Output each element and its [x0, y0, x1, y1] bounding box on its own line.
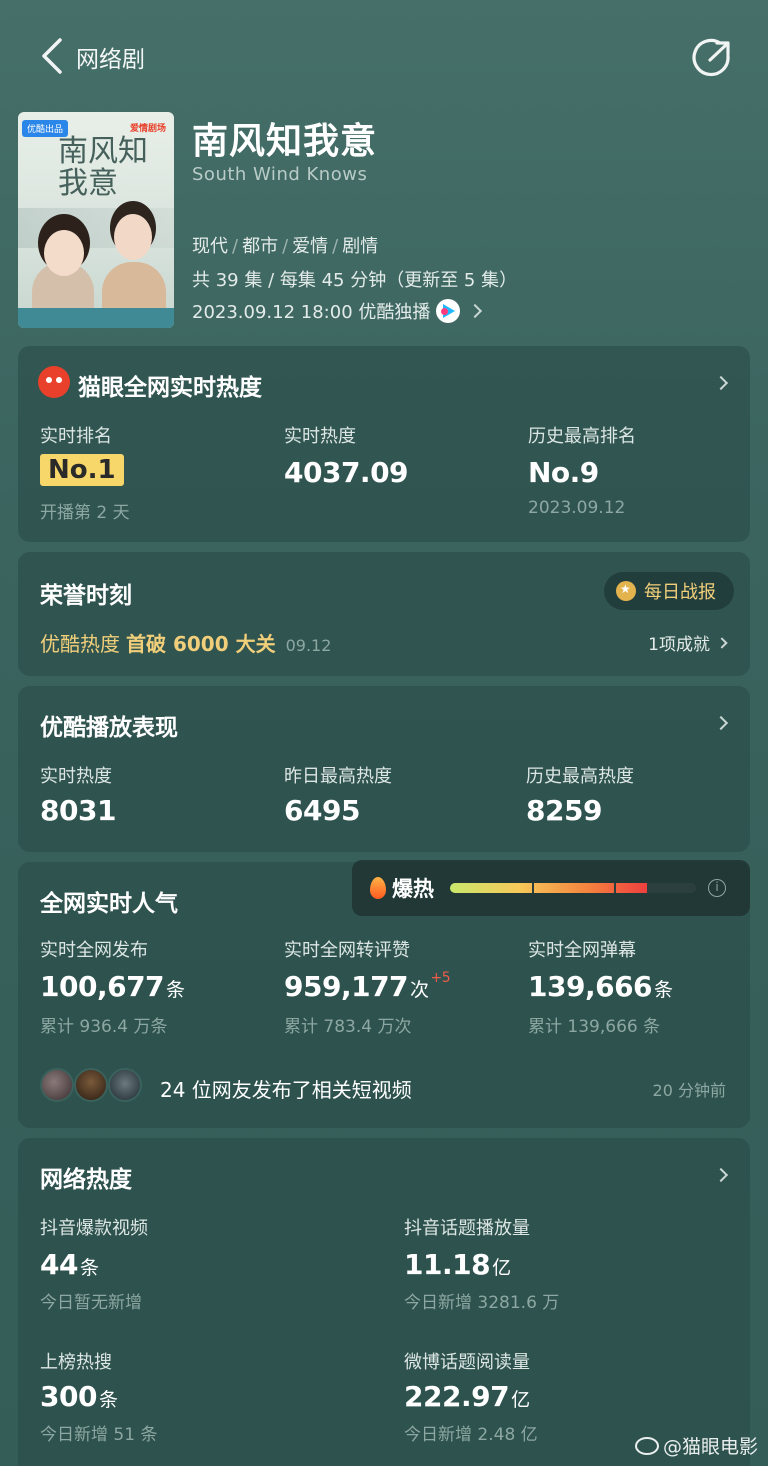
network-stat-sub: 今日新增 51 条	[40, 1425, 158, 1445]
chevron-right-icon[interactable]	[713, 1167, 729, 1183]
honor-date: 09.12	[285, 636, 332, 655]
rank-label: 实时排名	[40, 426, 112, 447]
network-heat-card[interactable]: 网络热度 抖音爆款视频 44 条 今日暂无新增 抖音话题播放量 11.18 亿 今日…	[18, 1138, 750, 1466]
honor-record: 优酷热度 首破 6000 大关 09.12	[40, 628, 331, 657]
popularity-label: 实时全网发布	[40, 940, 148, 961]
hot-level-panel: 爆热 i	[352, 860, 750, 916]
network-stat-label: 上榜热搜	[40, 1352, 112, 1373]
hot-bar-divider	[614, 883, 616, 893]
heat-value: 4037.09	[284, 456, 409, 489]
daily-report-label: 每日战报	[644, 582, 716, 603]
popularity-card[interactable]: 全网实时人气 爆热 i 实时全网发布 100,677 条 累计 936.4 万条 …	[18, 860, 750, 1128]
poster-title: 南风知我意	[58, 134, 148, 201]
youku-stat-value: 6495	[284, 794, 360, 827]
hot-level-fill	[450, 883, 647, 893]
achievements-count: 1项成就	[648, 635, 710, 655]
network-card-title: 网络热度	[40, 1167, 132, 1193]
weibo-icon	[634, 1436, 659, 1455]
heat-label: 实时热度	[284, 426, 356, 447]
popularity-delta: +5	[430, 970, 451, 986]
maoyan-card-title: 猫眼全网实时热度	[78, 375, 262, 401]
poster-badge-theater: 爱情剧场	[129, 124, 166, 134]
popularity-label: 实时全网弹幕	[528, 940, 636, 961]
popularity-value: 100,677 条	[40, 970, 185, 1003]
best-rank-value: No.9	[528, 456, 599, 489]
maoyan-heat-card[interactable]: 猫眼全网实时热度 实时排名 No.1 开播第 2 天 实时热度 4037.09 …	[18, 346, 750, 542]
hot-bar-divider	[532, 883, 534, 893]
short-video-time: 20 分钟前	[652, 1081, 726, 1100]
nav-title: 网络剧	[76, 47, 145, 73]
genre-tag: 现代	[192, 236, 228, 257]
show-poster[interactable]: 优酷出品 爱情剧场 南风知我意	[18, 112, 174, 328]
poster-footer	[18, 308, 174, 328]
youku-stat-label: 实时热度	[40, 766, 112, 787]
genre-tag: 爱情	[292, 236, 329, 257]
medal-icon	[616, 581, 636, 601]
network-stat-value: 300 条	[40, 1380, 118, 1413]
show-episodes: 共 39 集 / 每集 45 分钟（更新至 5 集）	[192, 270, 518, 291]
honor-card-title: 荣誉时刻	[40, 583, 132, 609]
network-stat-label: 微博话题阅读量	[404, 1352, 530, 1373]
rank-value-badge: No.1	[40, 454, 124, 486]
avatar	[40, 1068, 74, 1102]
poster-actor-head	[114, 214, 152, 260]
best-rank-date: 2023.09.12	[528, 498, 626, 518]
show-title: 南风知我意	[192, 121, 378, 162]
back-icon[interactable]	[36, 34, 70, 78]
show-genre-tags: 现代 / 都市 / 爱情 / 剧情	[192, 236, 379, 257]
poster-actress-head	[44, 230, 84, 276]
network-stat-sub: 今日暂无新增	[40, 1293, 142, 1313]
youku-stat-value: 8259	[526, 794, 602, 827]
popularity-label: 实时全网转评赞	[284, 940, 410, 961]
honor-milestone: 首破 6000 大关	[126, 632, 276, 656]
youku-card-title: 优酷播放表现	[40, 715, 178, 741]
hot-level-bar	[450, 883, 696, 893]
maoyan-logo-icon	[38, 366, 70, 398]
release-text: 2023.09.12 18:00 优酷独播	[192, 302, 431, 323]
honor-card[interactable]: 荣誉时刻 每日战报 优酷热度首破 6000 大关 09.12 1项成就	[18, 552, 750, 676]
network-stat-sub: 今日新增 3281.6 万	[404, 1293, 560, 1313]
short-video-text[interactable]: 24 位网友发布了相关短视频	[160, 1074, 412, 1103]
watermark-text: @猫眼电影	[662, 1436, 758, 1458]
honor-platform: 优酷热度	[40, 632, 120, 656]
avatar	[108, 1068, 142, 1102]
network-stat-label: 抖音爆款视频	[40, 1218, 148, 1239]
youku-stat-value: 8031	[40, 794, 116, 827]
youku-performance-card[interactable]: 优酷播放表现 实时热度 8031 昨日最高热度 6495 历史最高热度 8259	[18, 686, 750, 852]
show-release-link[interactable]: 2023.09.12 18:00 优酷独播	[192, 298, 483, 324]
network-stat-value: 44 条	[40, 1248, 99, 1281]
network-stat-sub: 今日新增 2.48 亿	[404, 1425, 538, 1445]
genre-tag: 剧情	[342, 236, 379, 257]
youku-stat-label: 昨日最高热度	[284, 766, 392, 787]
hot-level-label: 爆热	[392, 877, 434, 901]
daily-report-button[interactable]: 每日战报	[604, 572, 734, 610]
chevron-right-icon[interactable]	[713, 375, 729, 391]
popularity-value: 139,666 条	[528, 970, 673, 1003]
network-stat-value: 11.18 亿	[404, 1248, 511, 1281]
rank-sub: 开播第 2 天	[40, 503, 130, 523]
popularity-card-title: 全网实时人气	[40, 891, 178, 917]
popularity-sub: 累计 936.4 万条	[40, 1017, 168, 1037]
share-icon[interactable]	[690, 36, 734, 80]
popularity-sub: 累计 783.4 万次	[284, 1017, 412, 1037]
info-icon[interactable]: i	[708, 879, 726, 897]
chevron-right-icon	[716, 636, 728, 649]
genre-tag: 都市	[242, 236, 279, 257]
chevron-right-icon	[468, 303, 483, 319]
show-english-title: South Wind Knows	[192, 164, 368, 185]
achievements-link[interactable]: 1项成就	[648, 630, 728, 655]
network-stat-value: 222.97 亿	[404, 1380, 530, 1413]
youku-stat-label: 历史最高热度	[526, 766, 634, 787]
chevron-right-icon[interactable]	[713, 715, 729, 731]
user-avatars[interactable]	[40, 1068, 150, 1104]
popularity-sub: 累计 139,666 条	[528, 1017, 661, 1037]
fire-icon	[370, 877, 386, 899]
popularity-value: 959,177 次+5	[284, 970, 451, 1003]
best-rank-label: 历史最高排名	[528, 426, 636, 447]
weibo-watermark: @猫眼电影	[634, 1432, 758, 1459]
network-stat-label: 抖音话题播放量	[404, 1218, 530, 1239]
avatar	[74, 1068, 108, 1102]
youku-icon	[436, 299, 461, 323]
